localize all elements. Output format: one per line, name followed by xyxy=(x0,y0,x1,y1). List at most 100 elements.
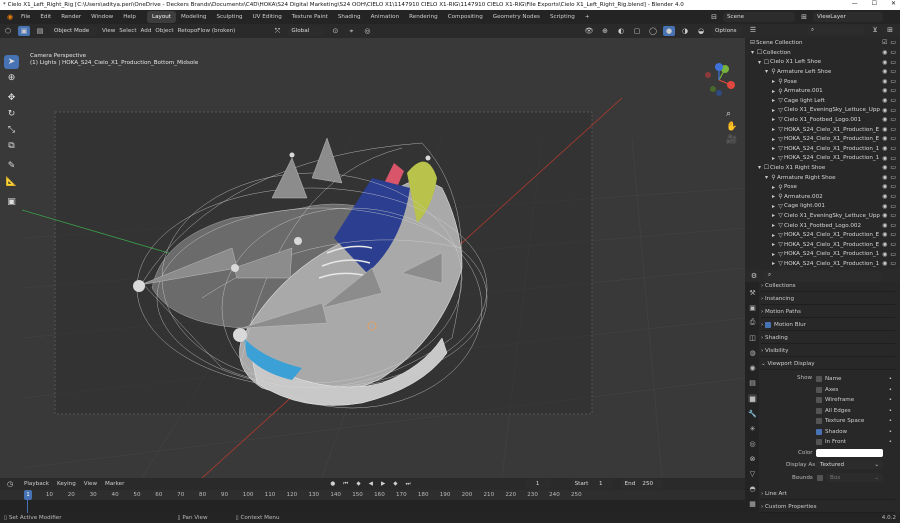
properties-search-input[interactable]: ⌕ xyxy=(764,270,882,281)
shading-solid-icon[interactable]: ● xyxy=(663,26,675,36)
tab-sculpting[interactable]: Sculpting xyxy=(211,11,247,23)
outliner-row[interactable]: ▸ ▽ Cielo X1_Footbed_Logo.002 ◉ ▭ xyxy=(745,221,900,231)
add-workspace-button[interactable]: + xyxy=(580,11,595,23)
tab-geometry-nodes[interactable]: Geometry Nodes xyxy=(488,11,545,23)
section-line-art[interactable]: › Line Art xyxy=(761,488,895,500)
checkbox-icon[interactable]: ☑ xyxy=(882,39,887,46)
show-option-row[interactable]: In Front • xyxy=(816,437,892,447)
outliner-row[interactable]: ▸ ▽ HOKA_S24_Cielo_X1_Production_1 ◉ ▭ xyxy=(745,144,900,154)
camera-restrict-icon[interactable]: ▭ xyxy=(890,145,896,152)
outliner-row[interactable]: ▸ ▽ Cielo X1_EveningSky_Lettuce_Upp ◉ ▭ xyxy=(745,106,900,116)
keyframe-dot-icon[interactable]: • xyxy=(889,418,892,424)
gizmo-icon[interactable]: ⊕ xyxy=(599,26,611,36)
camera-restrict-icon[interactable]: ▭ xyxy=(890,260,896,267)
outliner-row[interactable]: ▸ ▽ Cielo X1_Footbed_Logo.001 ◉ ▭ xyxy=(745,115,900,125)
disclosure-triangle-icon[interactable]: ▸ xyxy=(770,260,777,267)
show-option-checkbox[interactable] xyxy=(816,428,822,435)
outliner-row[interactable]: ▸ ⚲ Pose ◉ ▭ xyxy=(745,77,900,87)
menu-render[interactable]: Render xyxy=(56,14,86,20)
keyframe-dot-icon[interactable]: • xyxy=(889,439,892,445)
keyframe-dot-icon[interactable]: • xyxy=(889,376,892,382)
new-collection-icon[interactable]: ⊞ xyxy=(884,25,896,35)
eye-icon[interactable]: ◉ xyxy=(882,135,887,142)
outliner-row[interactable]: ▸ ▽ HOKA_S24_Cielo_X1_Production_1 ◉ ▭ xyxy=(745,250,900,260)
filter-icon[interactable]: ⊻ xyxy=(869,25,881,35)
disclosure-triangle-icon[interactable]: ▸ xyxy=(770,184,777,191)
record-icon[interactable]: ● xyxy=(330,481,335,487)
disclosure-triangle-icon[interactable]: ▾ xyxy=(749,49,756,56)
menu-retopoflow[interactable]: RetopoFlow (broken) xyxy=(178,28,236,34)
menu-playback[interactable]: Playback xyxy=(24,481,49,487)
outliner-editor-icon[interactable]: ☰ xyxy=(747,25,759,35)
outliner-row[interactable]: ▸ ▽ HOKA_S24_Cielo_X1_Production_1 ◉ ▭ xyxy=(745,154,900,164)
world-tab-icon[interactable]: ◉ xyxy=(748,363,757,372)
eye-icon[interactable]: ◉ xyxy=(882,116,887,123)
cursor-tool-icon[interactable]: ⊕ xyxy=(4,71,19,85)
disclosure-triangle-icon[interactable]: ▸ xyxy=(770,251,777,258)
transform-orientation-icon[interactable]: ⤧ xyxy=(271,26,283,36)
outliner-search-input[interactable]: ⌕ xyxy=(807,25,865,35)
outliner-row[interactable]: ▾ ☐ Cielo X1 Left Shoe ◉ ▭ xyxy=(745,58,900,68)
snap-icon[interactable]: ⌖ xyxy=(345,26,357,36)
menu-keying[interactable]: Keying xyxy=(57,481,76,487)
eye-icon[interactable]: ◉ xyxy=(882,222,887,229)
particles-tab-icon[interactable]: ✳ xyxy=(748,424,757,433)
play-reverse-icon[interactable]: ◀ xyxy=(369,481,373,487)
outliner-row[interactable]: ▸ ▽ HOKA_S24_Cielo_X1_Production_E ◉ ▭ xyxy=(745,230,900,240)
show-option-row[interactable]: Axes • xyxy=(816,385,892,395)
disclosure-triangle-icon[interactable]: ▾ xyxy=(763,174,770,181)
menu-help[interactable]: Help xyxy=(118,14,141,20)
mode-selector[interactable]: Object Mode xyxy=(50,26,98,36)
shading-material-icon[interactable]: ◑ xyxy=(679,26,691,36)
rotate-tool-icon[interactable]: ↻ xyxy=(4,107,19,121)
menu-window[interactable]: Window xyxy=(86,14,118,20)
pivot-icon[interactable]: ⊙ xyxy=(329,26,341,36)
show-option-row[interactable]: Wireframe • xyxy=(816,395,892,405)
camera-restrict-icon[interactable]: ▭ xyxy=(890,97,896,104)
outliner-row[interactable]: ▸ ⚲ Pose ◉ ▭ xyxy=(745,182,900,192)
camera-restrict-icon[interactable]: ▭ xyxy=(890,126,896,133)
add-cube-tool-icon[interactable]: ▣ xyxy=(4,195,19,209)
maximize-button[interactable]: ☐ xyxy=(872,0,877,7)
tab-modeling[interactable]: Modeling xyxy=(176,11,211,23)
outliner-row[interactable]: ▸ ▽ Cage light Left ◉ ▭ xyxy=(745,96,900,106)
disclosure-triangle-icon[interactable]: ▸ xyxy=(770,212,777,219)
eye-icon[interactable]: ◉ xyxy=(882,231,887,238)
timeline[interactable]: 0102030405060708090100110120130140150160… xyxy=(0,490,745,513)
outliner-row[interactable]: ▸ ▽ HOKA_S24_Cielo_X1_Production_1 ◉ ▭ xyxy=(745,259,900,269)
eye-icon[interactable]: ◉ xyxy=(882,68,887,75)
outliner-row[interactable]: ▾ ☐ Collection ◉ ▭ xyxy=(745,48,900,58)
disclosure-triangle-icon[interactable]: ▸ xyxy=(770,107,777,114)
tab-animation[interactable]: Animation xyxy=(366,11,405,23)
navigation-gizmo[interactable] xyxy=(700,61,738,99)
pan-hand-icon[interactable]: ✋ xyxy=(726,121,737,134)
annotate-tool-icon[interactable]: ✎ xyxy=(4,159,19,173)
select-tool-icon[interactable]: ➤ xyxy=(4,55,19,69)
frame-ruler[interactable]: 0102030405060708090100110120130140150160… xyxy=(0,490,745,500)
playhead[interactable]: 1 xyxy=(24,490,32,500)
editor-type-icon[interactable]: ⬡ xyxy=(2,26,14,36)
disclosure-triangle-icon[interactable]: ▸ xyxy=(770,155,777,162)
shading-rendered-icon[interactable]: ◒ xyxy=(695,26,707,36)
tab-texture-paint[interactable]: Texture Paint xyxy=(287,11,333,23)
eye-icon[interactable]: ◉ xyxy=(882,164,887,171)
scene-collection-row[interactable]: ⊟ Scene Collection ☑ ▭ xyxy=(745,38,900,48)
scene-selector[interactable]: Scene xyxy=(723,12,795,22)
eye-icon[interactable]: ◉ xyxy=(882,241,887,248)
tab-layout[interactable]: Layout xyxy=(146,11,176,23)
overlay-icon[interactable]: ◐ xyxy=(615,26,627,36)
disclosure-triangle-icon[interactable]: ▸ xyxy=(770,78,777,85)
show-option-checkbox[interactable] xyxy=(816,386,822,393)
menu-marker[interactable]: Marker xyxy=(105,481,124,487)
viewlayer-selector[interactable]: ViewLayer xyxy=(813,12,883,22)
show-option-checkbox[interactable] xyxy=(816,439,822,445)
eye-icon[interactable]: ◉ xyxy=(882,107,887,114)
camera-restrict-icon[interactable]: ▭ xyxy=(890,231,896,238)
camera-restrict-icon[interactable]: ▭ xyxy=(890,241,896,248)
eye-icon[interactable]: ◉ xyxy=(882,87,887,94)
outliner-row[interactable]: ▸ ⚲ Armature.001 ◉ ▭ xyxy=(745,86,900,96)
color-swatch[interactable] xyxy=(816,449,883,457)
disclosure-triangle-icon[interactable]: ▾ xyxy=(756,59,763,66)
menu-select[interactable]: Select xyxy=(119,28,136,34)
3d-viewport[interactable]: ⌕ ✋ 🎥 xyxy=(22,38,745,478)
